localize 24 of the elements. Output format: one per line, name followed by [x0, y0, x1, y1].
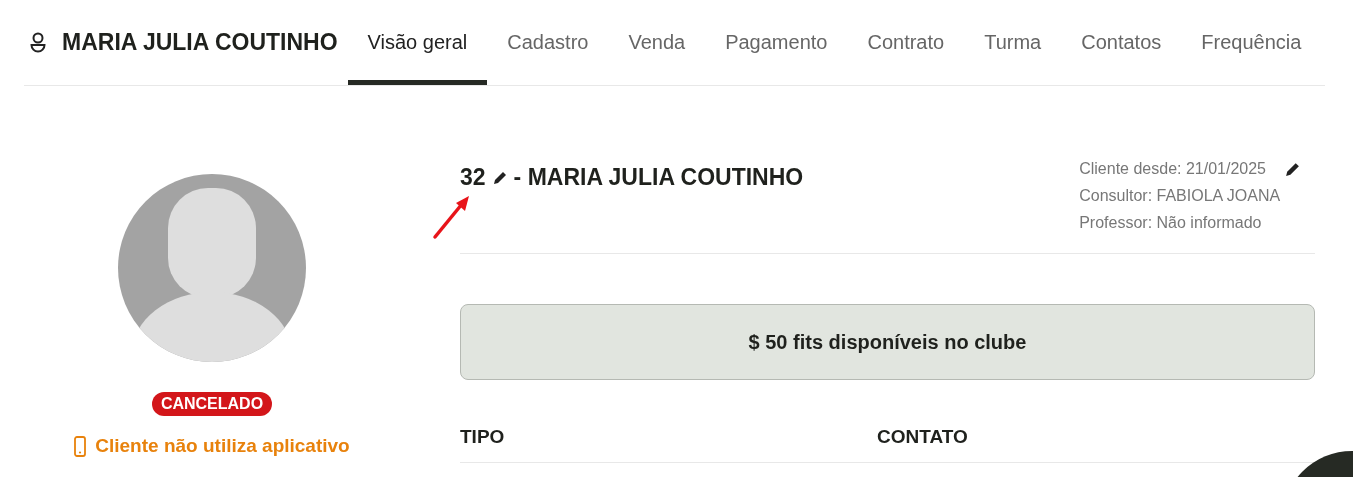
app-usage-notice: Cliente não utiliza aplicativo	[95, 435, 350, 457]
tab[interactable]: Contrato	[847, 0, 965, 85]
phone-icon	[74, 435, 87, 457]
tab[interactable]: Visão geral	[347, 0, 488, 85]
pencil-icon[interactable]	[1284, 160, 1301, 178]
client-since: Cliente desde: 21/01/2025	[1079, 160, 1266, 178]
annotation-arrow	[432, 194, 472, 240]
tab[interactable]: Contatos	[1061, 0, 1182, 85]
status-badge: CANCELADO	[151, 392, 273, 416]
client-name: - MARIA JULIA COUTINHO	[513, 164, 804, 191]
column-header: TIPO	[460, 426, 506, 449]
fits-banner: $ 50 fits disponíveis no clube	[460, 304, 1315, 380]
teacher: Professor: Não informado	[1079, 214, 1263, 232]
tab[interactable]: Turma	[964, 0, 1062, 85]
client-name-title: MARIA JULIA COUTINHO	[62, 29, 338, 56]
user-icon	[30, 31, 46, 54]
tab[interactable]: Frequência	[1181, 0, 1322, 85]
tab[interactable]: Pagamento	[705, 0, 848, 85]
tab[interactable]: Cadastro	[487, 0, 609, 85]
column-header: CONTATO	[877, 426, 969, 449]
pencil-icon[interactable]	[491, 169, 508, 186]
tab[interactable]: Venda	[608, 0, 706, 85]
consultant: Consultor: FABIOLA JOANA	[1079, 187, 1282, 205]
client-code: 32	[460, 164, 486, 191]
